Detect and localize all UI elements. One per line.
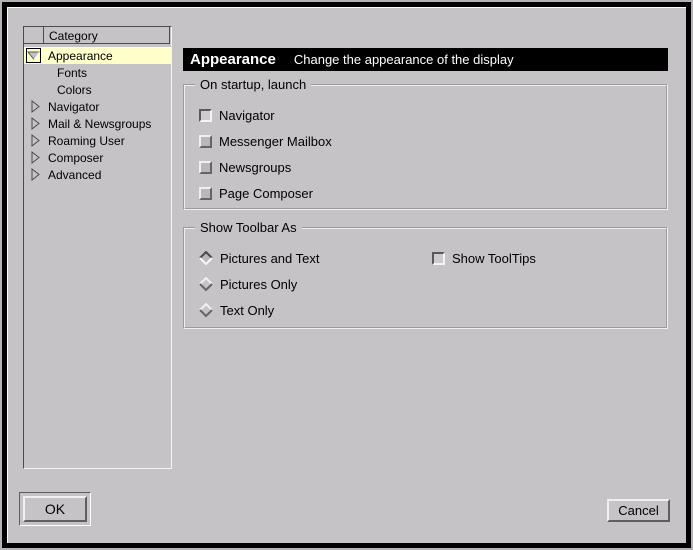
- tree-rows: Appearance Fonts Colors Navigator: [24, 47, 171, 183]
- messenger-mailbox-checkbox[interactable]: [199, 135, 212, 148]
- radio-label: Pictures and Text: [220, 251, 319, 266]
- tree-item-label: Advanced: [48, 168, 101, 182]
- startup-launch-rows: Navigator Messenger Mailbox Newsgroups P…: [199, 108, 332, 212]
- page-title-bar: Appearance Change the appearance of the …: [183, 48, 668, 71]
- checkbox-row-messenger-mailbox[interactable]: Messenger Mailbox: [199, 134, 332, 148]
- triangle-right-icon[interactable]: [31, 151, 41, 167]
- triangle-down-icon[interactable]: [26, 48, 41, 63]
- header-divider: [43, 27, 44, 43]
- tree-item-mail-newsgroups[interactable]: Mail & Newsgroups: [24, 115, 171, 132]
- tree-item-label: Fonts: [57, 66, 87, 80]
- tree-item-label: Roaming User: [48, 134, 125, 148]
- checkbox-row-page-composer[interactable]: Page Composer: [199, 186, 332, 200]
- category-tree: Category Appearance Fonts Colors: [23, 26, 172, 469]
- checkbox-row-newsgroups[interactable]: Newsgroups: [199, 160, 332, 174]
- tree-item-appearance[interactable]: Appearance: [24, 47, 171, 64]
- diamond-radio-icon[interactable]: [199, 303, 213, 317]
- page-composer-checkbox[interactable]: [199, 187, 212, 200]
- page-title: Appearance: [190, 51, 276, 68]
- ok-button[interactable]: OK: [23, 496, 87, 522]
- category-header-label: Category: [49, 29, 98, 43]
- tree-item-roaming-user[interactable]: Roaming User: [24, 132, 171, 149]
- tree-item-colors[interactable]: Colors: [24, 81, 171, 98]
- tree-item-label: Navigator: [48, 100, 99, 114]
- tree-item-label: Mail & Newsgroups: [48, 117, 151, 131]
- radio-row-text-only[interactable]: Text Only: [199, 303, 319, 317]
- diamond-radio-icon[interactable]: [199, 251, 213, 265]
- startup-launch-group: On startup, launch Navigator Messenger M…: [183, 84, 668, 210]
- newsgroups-checkbox[interactable]: [199, 161, 212, 174]
- checkbox-label: Page Composer: [219, 186, 313, 201]
- radio-label: Text Only: [220, 303, 274, 318]
- tree-item-advanced[interactable]: Advanced: [24, 166, 171, 183]
- startup-launch-legend: On startup, launch: [195, 77, 311, 92]
- show-toolbar-as-legend: Show Toolbar As: [195, 220, 302, 235]
- tree-item-composer[interactable]: Composer: [24, 149, 171, 166]
- tree-item-fonts[interactable]: Fonts: [24, 64, 171, 81]
- radio-row-pictures-and-text[interactable]: Pictures and Text: [199, 251, 319, 265]
- toolbar-radio-rows: Pictures and Text Pictures Only Text Onl…: [199, 251, 319, 329]
- triangle-right-icon[interactable]: [31, 117, 41, 133]
- checkbox-label: Newsgroups: [219, 160, 291, 175]
- tree-item-label: Appearance: [48, 49, 113, 63]
- radio-row-pictures-only[interactable]: Pictures Only: [199, 277, 319, 291]
- checkbox-label: Messenger Mailbox: [219, 134, 332, 149]
- navigator-checkbox[interactable]: [199, 109, 212, 122]
- triangle-right-icon[interactable]: [31, 100, 41, 116]
- radio-label: Pictures Only: [220, 277, 297, 292]
- tree-item-label: Composer: [48, 151, 103, 165]
- show-tooltips-checkbox[interactable]: [432, 252, 445, 265]
- page-subtitle: Change the appearance of the display: [294, 52, 514, 67]
- triangle-right-icon[interactable]: [31, 168, 41, 184]
- cancel-button[interactable]: Cancel: [607, 499, 670, 522]
- tree-item-label: Colors: [57, 83, 92, 97]
- diamond-radio-icon[interactable]: [199, 277, 213, 291]
- category-column-header: Category: [23, 26, 170, 44]
- show-toolbar-as-group: Show Toolbar As Pictures and Text Pictur…: [183, 227, 668, 329]
- preferences-dialog: Category Appearance Fonts Colors: [0, 0, 693, 550]
- checkbox-row-show-tooltips[interactable]: Show ToolTips: [432, 251, 536, 265]
- checkbox-label: Show ToolTips: [452, 251, 536, 266]
- tree-item-navigator[interactable]: Navigator: [24, 98, 171, 115]
- checkbox-row-navigator[interactable]: Navigator: [199, 108, 332, 122]
- ok-default-frame: OK: [19, 492, 91, 526]
- triangle-right-icon[interactable]: [31, 134, 41, 150]
- checkbox-label: Navigator: [219, 108, 275, 123]
